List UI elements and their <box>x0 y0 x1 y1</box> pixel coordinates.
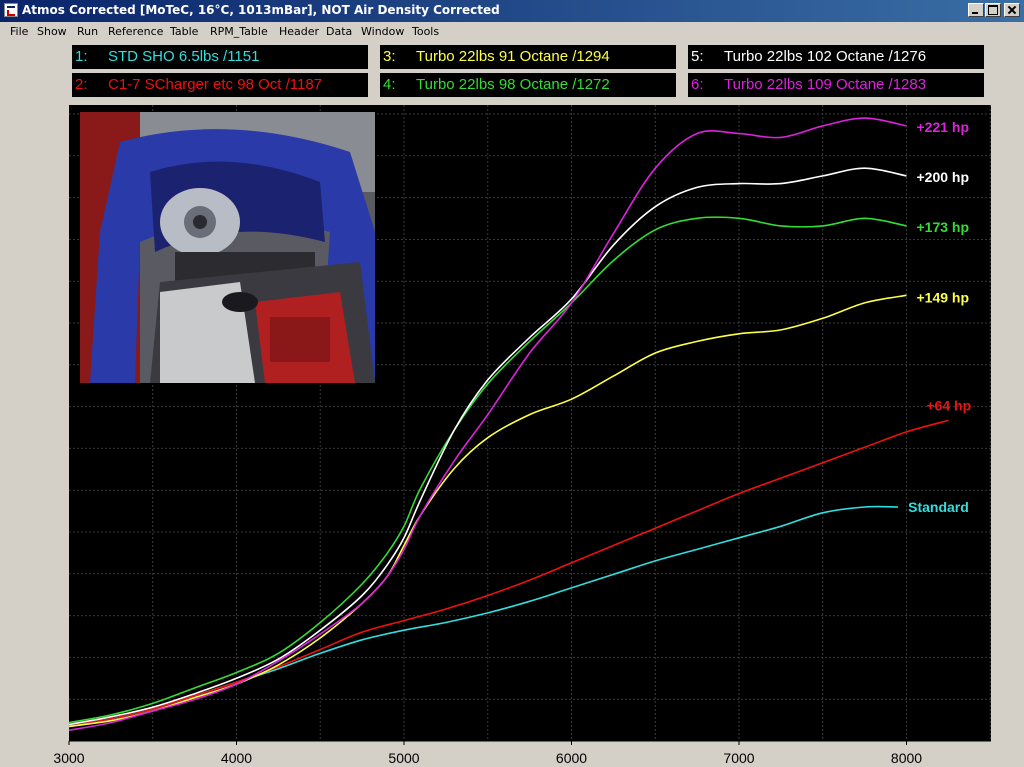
x-axis-ticks: 3000 4000 5000 6000 7000 8000 <box>53 740 991 766</box>
series-end-label-6: +221 hp <box>917 119 970 135</box>
series-end-label-3: +149 hp <box>917 289 970 305</box>
x-tick-label: 3000 <box>53 750 84 766</box>
series-end-label-5: +200 hp <box>917 169 970 185</box>
x-tick-label: 6000 <box>556 750 587 766</box>
series-end-label-1: Standard <box>908 499 969 515</box>
jetski-engine-photo <box>80 112 375 383</box>
end-labels: Standard +64 hp +149 hp +173 hp +200 hp +221 … <box>908 119 971 515</box>
x-tick-label: 4000 <box>221 750 252 766</box>
x-tick-label: 8000 <box>891 750 922 766</box>
series-end-label-2: +64 hp <box>926 397 971 413</box>
x-tick-label: 5000 <box>388 750 419 766</box>
series-line-2[interactable] <box>68 419 949 728</box>
series-end-label-4: +173 hp <box>917 219 970 235</box>
x-tick-label: 7000 <box>723 750 754 766</box>
